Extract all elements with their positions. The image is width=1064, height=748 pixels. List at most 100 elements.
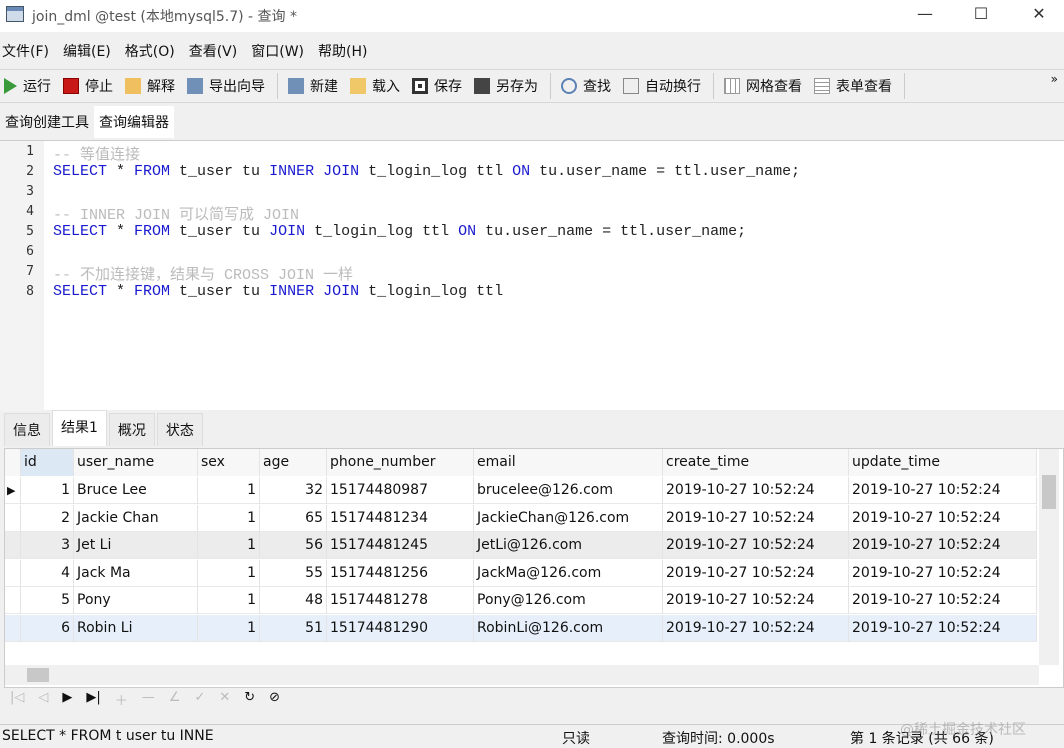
menu-item[interactable]: 窗口(W) [251,41,304,61]
toolbar-button-search[interactable]: 查找 [561,76,611,96]
cell-sex[interactable]: 1 [198,587,260,614]
cell-sex[interactable]: 1 [198,532,260,559]
column-header[interactable]: age [260,449,327,476]
cell-update_time[interactable]: 2019-10-27 10:52:24 [849,559,1037,587]
column-header[interactable]: user_name [74,449,198,476]
result-tab[interactable]: 结果1 [52,410,107,446]
toolbar-button-save[interactable]: 保存 [412,76,462,96]
toolbar-button-new[interactable]: 新建 [288,76,338,96]
close-button[interactable]: ✕ [1024,4,1054,26]
maximize-button[interactable]: ☐ [966,4,996,26]
cell-id[interactable]: 5 [21,587,74,614]
last-record-icon[interactable]: ▶| [86,690,100,709]
toolbar-button-grid[interactable]: 网格查看 [724,76,802,96]
cell-phone_number[interactable]: 15174481234 [327,504,474,532]
cell-phone_number[interactable]: 15174481256 [327,559,474,587]
delete-record-icon[interactable]: — [142,690,155,709]
toolbar-button-export[interactable]: 导出向导 [187,76,265,96]
column-header[interactable]: update_time [849,449,1037,476]
column-header[interactable]: sex [198,449,260,476]
menu-item[interactable]: 编辑(E) [63,41,111,61]
cell-phone_number[interactable]: 15174481278 [327,587,474,614]
menu-item[interactable]: 帮助(H) [318,41,367,61]
column-header[interactable]: phone_number [327,449,474,476]
cell-user_name[interactable]: Robin Li [74,614,198,642]
column-header[interactable]: create_time [663,449,849,476]
horizontal-scrollbar[interactable] [5,665,1039,685]
cell-id[interactable]: 2 [21,504,74,532]
cell-email[interactable]: RobinLi@126.com [474,614,663,642]
table-row[interactable]: 3 Jet Li 1 56 15174481245 JetLi@126.com 2019-1… [5,532,1037,559]
subtab[interactable]: 查询编辑器 [94,106,174,138]
table-row[interactable]: 6 Robin Li 1 51 15174481290 RobinLi@126.com 20… [5,614,1037,642]
minimize-button[interactable]: — [910,4,940,26]
cell-id[interactable]: 3 [21,532,74,559]
table-row[interactable]: 5 Pony 1 48 15174481278 Pony@126.com 2019-10-2… [5,587,1037,614]
table-row[interactable]: ▶ 1 Bruce Lee 1 32 15174480987 brucelee@126.co… [5,477,1037,504]
toolbar-button-play[interactable]: 运行 [4,76,51,96]
cell-create_time[interactable]: 2019-10-27 10:52:24 [663,532,849,559]
menu-item[interactable]: 查看(V) [189,41,238,61]
result-tab[interactable]: 概况 [108,413,155,446]
cell-age[interactable]: 48 [260,587,327,614]
cell-sex[interactable]: 1 [198,477,260,504]
cell-age[interactable]: 56 [260,532,327,559]
toolbar-button-explain[interactable]: 解释 [125,76,175,96]
result-tab[interactable]: 信息 [4,413,50,446]
first-record-icon[interactable]: |◁ [10,690,24,709]
cell-sex[interactable]: 1 [198,614,260,642]
column-header[interactable]: id [21,449,74,476]
prev-record-icon[interactable]: ◁ [38,690,48,709]
cell-create_time[interactable]: 2019-10-27 10:52:24 [663,504,849,532]
cell-email[interactable]: brucelee@126.com [474,477,663,504]
cell-age[interactable]: 51 [260,614,327,642]
table-row[interactable]: 4 Jack Ma 1 55 15174481256 JackMa@126.com 2019… [5,559,1037,587]
column-header[interactable]: email [474,449,663,476]
next-record-icon[interactable]: ▶ [62,690,72,709]
table-row[interactable]: 2 Jackie Chan 1 65 15174481234 JackieChan@126… [5,504,1037,532]
toolbar-button-form[interactable]: 表单查看 [814,76,892,96]
sql-editor[interactable]: 12345678 -- 等值连接 SELECT * FROM t_user tu … [0,140,1064,411]
discard-icon[interactable]: ✕ [219,690,230,709]
refresh-icon[interactable]: ↻ [244,690,255,709]
cell-user_name[interactable]: Jet Li [74,532,198,559]
cell-sex[interactable]: 1 [198,504,260,532]
apply-icon[interactable]: ✓ [194,690,205,709]
cell-create_time[interactable]: 2019-10-27 10:52:24 [663,559,849,587]
toolbar-button-stop[interactable]: 停止 [63,76,113,96]
subtab[interactable]: 查询创建工具 [0,106,94,138]
cell-update_time[interactable]: 2019-10-27 10:52:24 [849,532,1037,559]
cell-age[interactable]: 55 [260,559,327,587]
cell-id[interactable]: 1 [21,477,74,504]
cell-email[interactable]: JackMa@126.com [474,559,663,587]
cell-update_time[interactable]: 2019-10-27 10:52:24 [849,504,1037,532]
cell-phone_number[interactable]: 15174480987 [327,477,474,504]
cell-phone_number[interactable]: 15174481290 [327,614,474,642]
cell-id[interactable]: 6 [21,614,74,642]
cell-age[interactable]: 65 [260,504,327,532]
cell-id[interactable]: 4 [21,559,74,587]
cell-email[interactable]: JackieChan@126.com [474,504,663,532]
cell-email[interactable]: JetLi@126.com [474,532,663,559]
cell-create_time[interactable]: 2019-10-27 10:52:24 [663,477,849,504]
cell-update_time[interactable]: 2019-10-27 10:52:24 [849,587,1037,614]
cell-user_name[interactable]: Pony [74,587,198,614]
cell-sex[interactable]: 1 [198,559,260,587]
add-record-icon[interactable]: ＋ [115,690,128,709]
cell-create_time[interactable]: 2019-10-27 10:52:24 [663,587,849,614]
menu-item[interactable]: 格式(O) [125,41,175,61]
result-grid[interactable]: id user_name sex age phone_number email create… [4,448,1064,688]
toolbar-overflow-icon[interactable]: » [1051,72,1058,86]
menu-item[interactable]: 文件(F) [2,41,49,61]
cell-update_time[interactable]: 2019-10-27 10:52:24 [849,477,1037,504]
cell-phone_number[interactable]: 15174481245 [327,532,474,559]
cell-user_name[interactable]: Jack Ma [74,559,198,587]
cell-user_name[interactable]: Bruce Lee [74,477,198,504]
stop-query-icon[interactable]: ⊘ [269,690,280,709]
toolbar-button-wrap[interactable]: 自动换行 [623,76,701,96]
toolbar-button-save-as[interactable]: 另存为 [474,76,538,96]
cell-email[interactable]: Pony@126.com [474,587,663,614]
edit-record-icon[interactable]: ∠ [169,690,181,709]
vertical-scrollbar[interactable] [1039,449,1059,665]
toolbar-button-folder[interactable]: 载入 [350,76,400,96]
